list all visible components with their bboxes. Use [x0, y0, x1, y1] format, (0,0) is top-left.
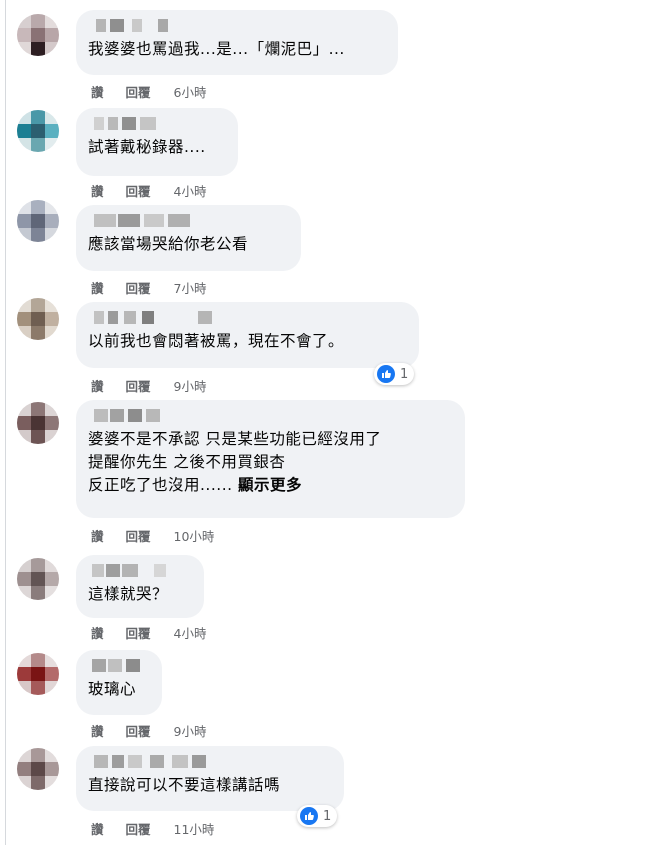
comment-bubble: 應該當場哭給你老公看 — [76, 205, 301, 271]
comment-actions: 讚 回覆 11小時 — [91, 819, 214, 838]
like-button[interactable]: 讚 — [91, 526, 104, 545]
avatar[interactable] — [17, 653, 59, 695]
like-button[interactable]: 讚 — [91, 181, 104, 200]
commenter-name-blurred[interactable] — [88, 117, 226, 130]
comment-bubble: 試著戴秘錄器.... — [76, 108, 238, 176]
avatar[interactable] — [17, 110, 59, 152]
comment-text: 直接說可以不要這樣講話嗎 — [88, 776, 281, 794]
reaction-count: 1 — [400, 366, 409, 382]
like-button[interactable]: 讚 — [91, 278, 104, 297]
comment-text: 應該當場哭給你老公看 — [88, 235, 249, 253]
reply-button[interactable]: 回覆 — [126, 819, 151, 838]
panel-border — [5, 0, 6, 845]
reply-button[interactable]: 回覆 — [126, 376, 151, 395]
comment-bubble: 玻璃心 — [76, 650, 162, 715]
comment-text: 我婆婆也罵過我...是...「爛泥巴」... — [88, 40, 345, 58]
commenter-name-blurred[interactable] — [88, 409, 453, 422]
comment-text: 試著戴秘錄器.... — [88, 138, 206, 156]
comment-actions: 讚 回覆 7小時 — [91, 278, 206, 297]
commenter-name-blurred[interactable] — [88, 755, 332, 768]
timestamp[interactable]: 4小時 — [174, 623, 207, 642]
timestamp[interactable]: 9小時 — [174, 376, 207, 395]
like-reaction-icon — [377, 365, 395, 383]
comment-actions: 讚 回覆 9小時 — [91, 376, 206, 395]
like-button[interactable]: 讚 — [91, 623, 104, 642]
avatar[interactable] — [17, 558, 59, 600]
timestamp[interactable]: 11小時 — [174, 819, 215, 838]
commenter-name-blurred[interactable] — [88, 564, 192, 577]
reply-button[interactable]: 回覆 — [126, 82, 151, 101]
like-button[interactable]: 讚 — [91, 819, 104, 838]
comment-actions: 讚 回覆 4小時 — [91, 623, 206, 642]
commenter-name-blurred[interactable] — [88, 311, 407, 324]
reply-button[interactable]: 回覆 — [126, 623, 151, 642]
reply-button[interactable]: 回覆 — [126, 526, 151, 545]
like-button[interactable]: 讚 — [91, 82, 104, 101]
avatar[interactable] — [17, 14, 59, 56]
comment-text: 以前我也會悶著被罵，現在不會了。 — [88, 332, 345, 350]
timestamp[interactable]: 9小時 — [174, 721, 207, 740]
timestamp[interactable]: 4小時 — [174, 181, 207, 200]
comment-text-body: 婆婆不是不承認 只是某些功能已經沒用了 提醒你先生 之後不用買銀杏 反正吃了也沒… — [88, 430, 382, 494]
timestamp[interactable]: 6小時 — [174, 82, 207, 101]
like-button[interactable]: 讚 — [91, 721, 104, 740]
commenter-name-blurred[interactable] — [88, 659, 150, 672]
comment-actions: 讚 回覆 4小時 — [91, 181, 206, 200]
avatar[interactable] — [17, 298, 59, 340]
comment-actions: 讚 回覆 10小時 — [91, 526, 214, 545]
reply-button[interactable]: 回覆 — [126, 278, 151, 297]
comment-actions: 讚 回覆 9小時 — [91, 721, 206, 740]
comment-bubble: 以前我也會悶著被罵，現在不會了。 — [76, 302, 419, 368]
reaction-count-badge[interactable]: 1 — [297, 805, 338, 827]
comment-actions: 讚 回覆 6小時 — [91, 82, 206, 101]
reaction-count: 1 — [323, 808, 332, 824]
avatar[interactable] — [17, 748, 59, 790]
like-button[interactable]: 讚 — [91, 376, 104, 395]
see-more-link[interactable]: 顯示更多 — [238, 476, 302, 494]
comment-bubble: 這樣就哭？ — [76, 555, 204, 618]
commenter-name-blurred[interactable] — [88, 214, 289, 227]
avatar[interactable] — [17, 402, 59, 444]
avatar[interactable] — [17, 200, 59, 242]
timestamp[interactable]: 7小時 — [174, 278, 207, 297]
comment-bubble: 直接說可以不要這樣講話嗎 — [76, 746, 344, 811]
comment-text: 這樣就哭？ — [88, 585, 169, 603]
comment-text: 玻璃心 — [88, 680, 137, 698]
comment-text: 婆婆不是不承認 只是某些功能已經沒用了 提醒你先生 之後不用買銀杏 反正吃了也沒… — [88, 428, 453, 497]
comment-bubble: 婆婆不是不承認 只是某些功能已經沒用了 提醒你先生 之後不用買銀杏 反正吃了也沒… — [76, 400, 465, 518]
reply-button[interactable]: 回覆 — [126, 181, 151, 200]
reply-button[interactable]: 回覆 — [126, 721, 151, 740]
timestamp[interactable]: 10小時 — [174, 526, 215, 545]
reaction-count-badge[interactable]: 1 — [374, 363, 415, 385]
comment-bubble: 我婆婆也罵過我...是...「爛泥巴」... — [76, 10, 398, 75]
commenter-name-blurred[interactable] — [88, 19, 386, 32]
like-reaction-icon — [300, 807, 318, 825]
